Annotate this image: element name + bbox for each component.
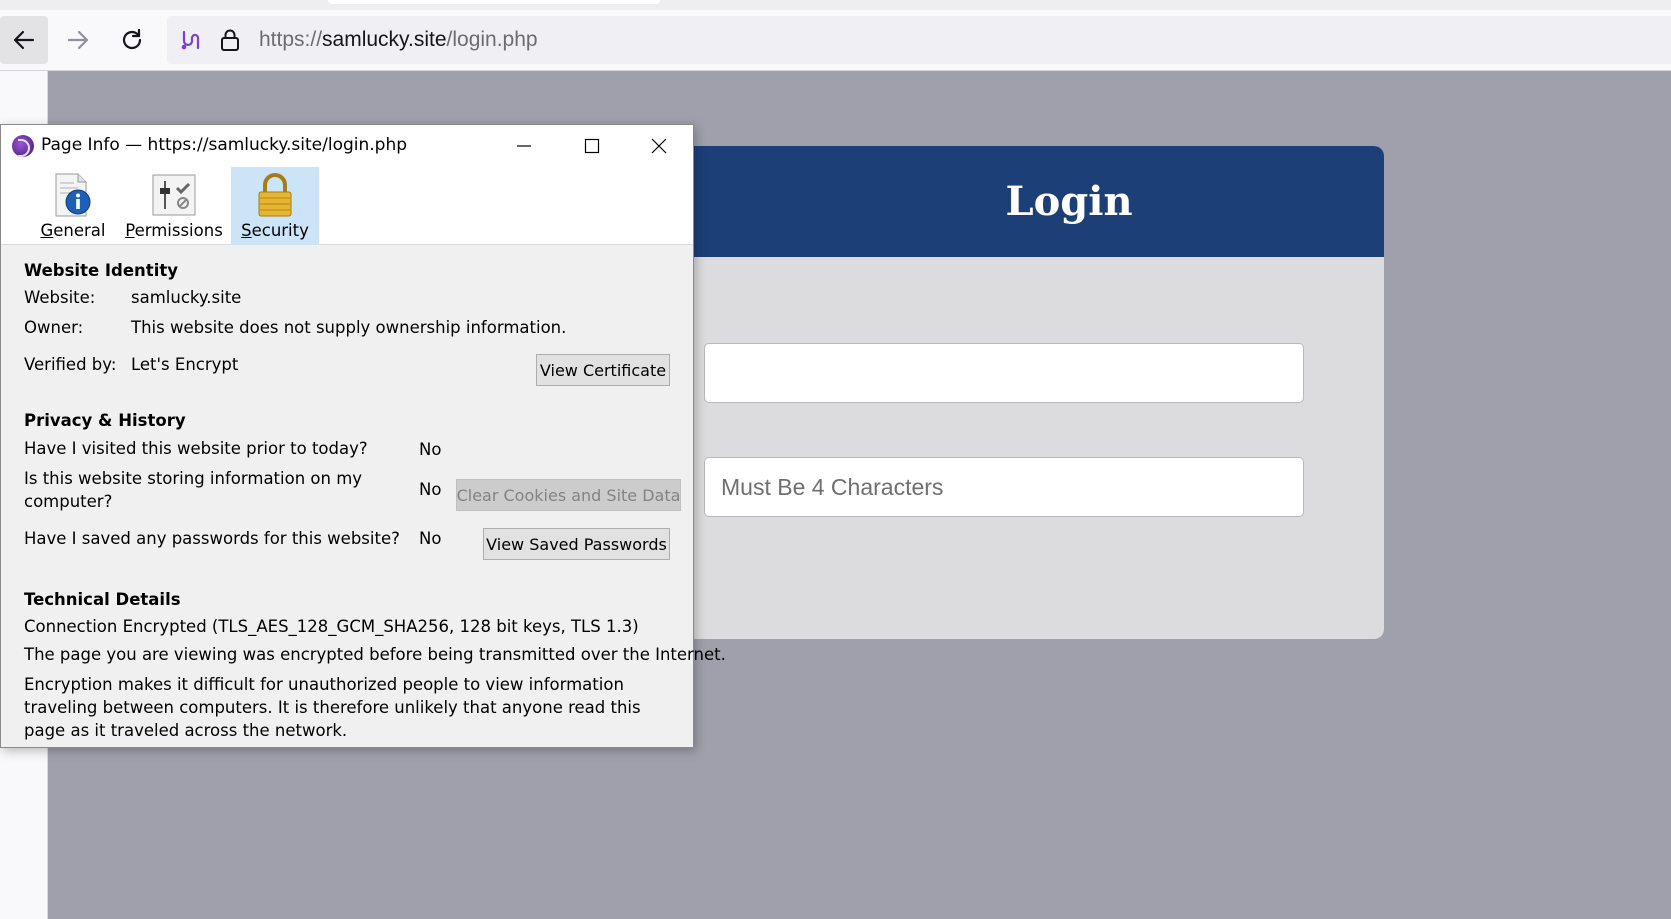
technical-details-heading: Technical Details	[24, 590, 181, 609]
owner-label: Owner:	[24, 318, 84, 337]
url-path: /login.php	[446, 28, 538, 51]
verified-by-label: Verified by:	[24, 355, 117, 374]
passwords-answer: No	[419, 529, 442, 548]
maximize-icon	[584, 138, 600, 154]
reload-button[interactable]	[108, 16, 156, 64]
reload-icon	[122, 28, 142, 50]
owner-value: This website does not supply ownership i…	[131, 318, 567, 337]
website-label: Website:	[24, 288, 96, 307]
url-scheme: https://	[259, 28, 323, 51]
view-certificate-button[interactable]: View Certificate	[536, 354, 670, 386]
info-document-icon	[48, 171, 98, 219]
password-input[interactable]	[704, 457, 1304, 517]
tab-permissions[interactable]: Permissions	[124, 167, 224, 245]
encryption-notice: The page you are viewing was encrypted b…	[24, 645, 726, 664]
website-identity-heading: Website Identity	[24, 261, 178, 280]
back-arrow-icon	[13, 30, 35, 50]
url-host: samlucky.site	[322, 28, 447, 51]
forward-button[interactable]	[54, 16, 102, 64]
minimize-icon	[517, 145, 531, 147]
tab-security-rest: ecurity	[251, 221, 309, 240]
close-button[interactable]	[636, 129, 682, 163]
navigation-toolbar: https://samlucky.site/login.php	[0, 10, 1671, 71]
login-header: Login	[664, 146, 1384, 257]
connection-details: Connection Encrypted (TLS_AES_128_GCM_SH…	[24, 617, 639, 636]
encryption-explanation: Encryption makes it difficult for unauth…	[24, 675, 641, 740]
storing-question-line2: computer?	[24, 492, 113, 511]
minimize-button[interactable]	[501, 129, 547, 163]
page-info-dialog: Page Info — https://samlucky.site/login.…	[0, 124, 726, 748]
passwords-question: Have I saved any passwords for this webs…	[24, 529, 400, 548]
login-card: Login	[664, 146, 1384, 639]
active-tab-edge[interactable]	[328, 0, 660, 4]
login-title: Login	[1005, 178, 1133, 225]
maximize-button[interactable]	[569, 129, 615, 163]
storing-question-line1: Is this website storing information on m…	[24, 469, 363, 488]
view-saved-passwords-button[interactable]: View Saved Passwords	[483, 528, 670, 560]
clear-cookies-button[interactable]: Clear Cookies and Site Data	[456, 479, 681, 511]
permissions-icon	[149, 171, 199, 219]
tab-security-label: Security	[241, 221, 309, 240]
tab-permissions-label: Permissions	[125, 221, 223, 240]
tab-general-label: General	[40, 221, 106, 240]
tab-security[interactable]: Security	[231, 167, 319, 245]
url-text[interactable]: https://samlucky.site/login.php	[259, 28, 538, 52]
tab-general-rest: eneral	[53, 221, 106, 240]
dialog-tabs: General Permissions Security	[1, 167, 693, 245]
dialog-title: Page Info — https://samlucky.site/login.…	[41, 135, 408, 155]
tab-strip	[0, 0, 1671, 10]
privacy-history-heading: Privacy & History	[24, 411, 186, 430]
back-button[interactable]	[0, 16, 48, 64]
tab-general[interactable]: General	[37, 167, 109, 245]
verified-by-value: Let's Encrypt	[131, 355, 239, 374]
visited-answer: No	[419, 440, 442, 459]
dialog-titlebar[interactable]: Page Info — https://samlucky.site/login.…	[1, 125, 693, 167]
extension-icon[interactable]	[177, 27, 203, 53]
address-bar[interactable]: https://samlucky.site/login.php	[167, 16, 1671, 64]
close-icon	[651, 138, 667, 154]
storing-answer: No	[419, 480, 442, 499]
browser-app-icon	[12, 135, 34, 157]
lock-icon[interactable]	[217, 27, 243, 53]
tab-permissions-rest: ermissions	[134, 221, 223, 240]
forward-arrow-icon	[67, 30, 89, 50]
website-value: samlucky.site	[131, 288, 242, 307]
visited-question: Have I visited this website prior to tod…	[24, 439, 368, 458]
padlock-icon	[250, 171, 300, 219]
username-input[interactable]	[704, 343, 1304, 403]
